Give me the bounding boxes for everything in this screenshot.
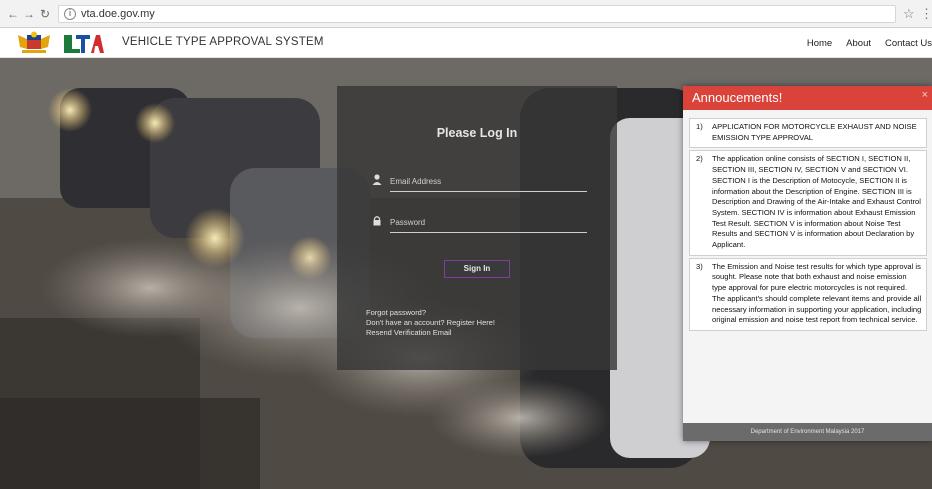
announcements-footer: Department of Environment Malaysia 2017: [683, 423, 932, 441]
password-input[interactable]: [390, 214, 580, 230]
announcements-list: 1) APPLICATION FOR MOTORCYCLE EXHAUST AN…: [689, 118, 927, 333]
announcement-item: 1) APPLICATION FOR MOTORCYCLE EXHAUST AN…: [689, 118, 927, 149]
login-panel: Please Log In Sign In Forgot password? D…: [337, 86, 617, 370]
menu-icon[interactable]: ⋮: [920, 6, 932, 22]
resend-verification-link[interactable]: Resend Verification Email: [366, 328, 495, 338]
password-field: [372, 213, 587, 233]
login-title: Please Log In: [436, 126, 518, 140]
email-input[interactable]: [390, 173, 580, 189]
user-icon: [372, 174, 384, 186]
announcement-text: The Emission and Noise test results for …: [712, 261, 922, 325]
sign-in-button[interactable]: Sign In: [444, 260, 510, 278]
lock-icon: [372, 215, 384, 227]
site-header: VEHICLE TYPE APPROVAL SYSTEM Home About …: [0, 28, 932, 58]
announcement-text: The application online consists of SECTI…: [712, 154, 921, 250]
announcement-number: 1): [696, 122, 703, 131]
malaysia-crest-logo: [18, 31, 50, 53]
announcement-item: 3) The Emission and Noise test results f…: [689, 257, 927, 331]
nav-about[interactable]: About: [846, 38, 871, 49]
top-nav: Home About Contact Us: [807, 38, 932, 49]
announcement-number: 3): [696, 261, 703, 271]
announcements-title: Annoucements!: [692, 90, 783, 105]
login-links: Forgot password? Don't have an account? …: [366, 308, 495, 338]
announcement-text: APPLICATION FOR MOTORCYCLE EXHAUST AND N…: [712, 122, 917, 142]
email-field: [372, 172, 587, 192]
announcements-modal: Annoucements! × 1) APPLICATION FOR MOTOR…: [683, 86, 932, 441]
lta-logo: [64, 35, 104, 53]
back-icon[interactable]: ←: [6, 7, 20, 21]
announcement-item: 2) The application online consists of SE…: [689, 150, 927, 256]
close-icon[interactable]: ×: [922, 89, 928, 101]
forgot-password-link[interactable]: Forgot password?: [366, 308, 495, 318]
star-icon[interactable]: ☆: [903, 6, 915, 22]
reload-icon[interactable]: ↻: [38, 7, 52, 21]
browser-toolbar: ← → ↻ i vta.doe.gov.my ☆ ⋮: [0, 0, 932, 28]
info-icon[interactable]: i: [64, 8, 76, 20]
site-title: VEHICLE TYPE APPROVAL SYSTEM: [122, 36, 324, 48]
register-link[interactable]: Don't have an account? Register Here!: [366, 318, 495, 328]
announcements-header: Annoucements! ×: [683, 86, 932, 110]
address-url[interactable]: vta.doe.gov.my: [81, 8, 155, 20]
address-bar[interactable]: i vta.doe.gov.my: [58, 5, 896, 23]
announcement-number: 2): [696, 154, 703, 164]
forward-icon[interactable]: →: [22, 7, 36, 21]
nav-contact-us[interactable]: Contact Us: [885, 38, 932, 49]
password-underline: [390, 232, 587, 233]
nav-home[interactable]: Home: [807, 38, 832, 49]
email-underline: [390, 191, 587, 192]
